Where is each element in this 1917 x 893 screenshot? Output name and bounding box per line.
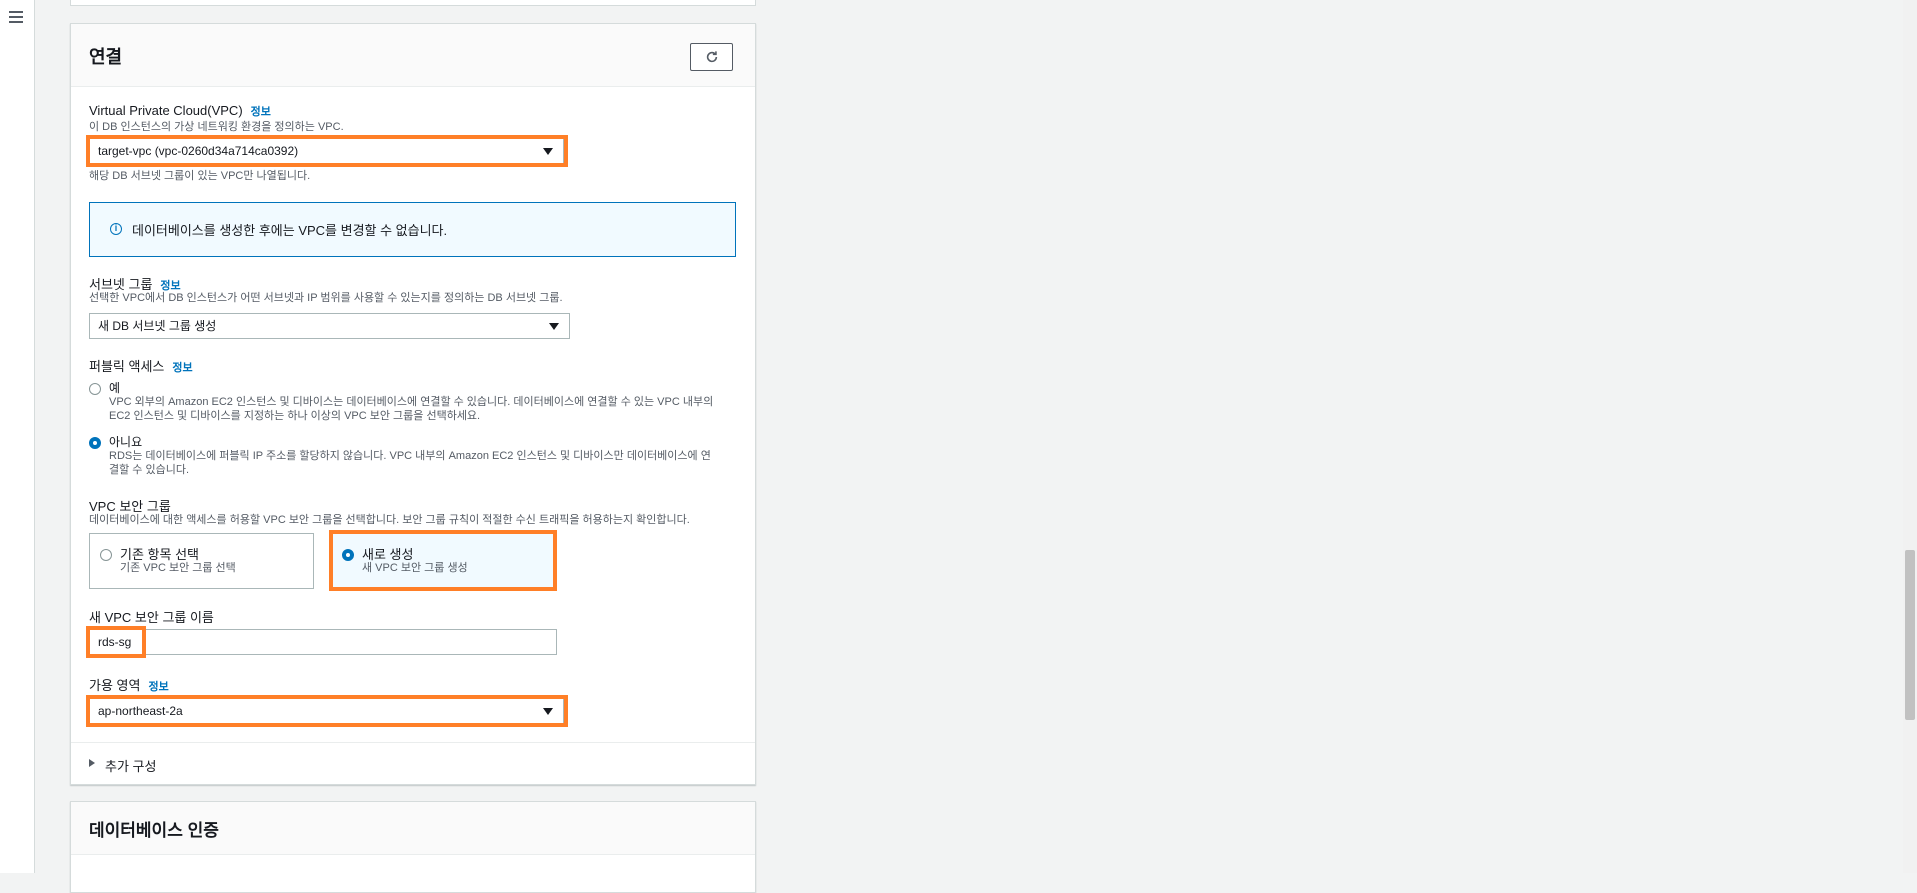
public-access-yes-label[interactable]: 예 <box>109 379 120 396</box>
vpc-hint: 해당 DB 서브넷 그룹이 있는 VPC만 나열됩니다. <box>89 170 311 182</box>
public-access-no-desc-line2: 결할 수 있습니다. <box>109 464 190 476</box>
database-auth-header: 데이터베이스 인증 <box>71 802 755 855</box>
subnet-group-select[interactable]: 새 DB 서브넷 그룹 생성 <box>89 313 570 339</box>
public-access-no-desc: RDS는 데이터베이스에 퍼블릭 IP 주소를 할당하지 않습니다. VPC 내… <box>109 449 711 477</box>
subnet-group-label-text: 서브넷 그룹 <box>89 277 153 292</box>
caret-right-icon <box>89 759 95 767</box>
vpc-change-alert: i 데이터베이스를 생성한 후에는 VPC를 변경할 수 없습니다. <box>89 202 736 257</box>
availability-zone-info-link[interactable]: 정보 <box>148 681 168 693</box>
public-access-yes-radio[interactable] <box>89 383 101 395</box>
security-group-existing-radio[interactable] <box>100 549 112 561</box>
public-access-info-link[interactable]: 정보 <box>172 362 192 374</box>
vpc-label: Virtual Private Cloud(VPC) 정보 <box>89 103 271 119</box>
info-icon: i <box>110 223 122 235</box>
additional-config-label: 추가 구성 <box>105 759 157 774</box>
new-sg-name-label: 새 VPC 보안 그룹 이름 <box>89 610 214 625</box>
security-group-existing-desc: 기존 VPC 보안 그룹 선택 <box>120 562 236 574</box>
previous-section-card <box>70 0 756 6</box>
refresh-icon <box>706 51 717 63</box>
vpc-info-link[interactable]: 정보 <box>251 106 271 118</box>
vpc-highlight <box>86 135 568 167</box>
new-sg-name-input[interactable]: rds-sg <box>89 629 557 655</box>
public-access-no-desc-line1: RDS는 데이터베이스에 퍼블릭 IP 주소를 할당하지 않습니다. VPC 내… <box>109 450 711 462</box>
vpc-label-text: Virtual Private Cloud(VPC) <box>89 103 243 118</box>
public-access-label: 퍼블릭 액세스 정보 <box>89 356 193 375</box>
public-access-no-label[interactable]: 아니요 <box>109 433 142 450</box>
database-auth-card: 데이터베이스 인증 <box>70 801 756 893</box>
connectivity-card: 연결 Virtual Private Cloud(VPC) 정보 이 DB 인스턴… <box>70 23 756 785</box>
chevron-down-icon <box>549 323 559 330</box>
hamburger-icon[interactable] <box>9 11 23 26</box>
new-sg-name-highlight <box>86 626 146 658</box>
public-access-no-radio[interactable] <box>89 437 101 449</box>
public-access-yes-desc-line1: VPC 외부의 Amazon EC2 인스턴스 및 디바이스는 데이터베이스에 … <box>109 396 714 408</box>
connectivity-title: 연결 <box>89 47 123 67</box>
subnet-group-description: 선택한 VPC에서 DB 인스턴스가 어떤 서브넷과 IP 범위를 사용할 수 … <box>89 292 563 304</box>
refresh-button[interactable] <box>690 43 733 71</box>
availability-zone-label: 가용 영역 정보 <box>89 675 169 694</box>
public-access-yes-desc-line2: EC2 인스턴스 및 디바이스를 지정하는 하나 이상의 VPC 보안 그룹을 … <box>109 410 481 422</box>
scrollbar-thumb[interactable] <box>1905 550 1915 720</box>
subnet-group-select-value: 새 DB 서브넷 그룹 생성 <box>98 319 217 333</box>
public-access-yes-desc: VPC 외부의 Amazon EC2 인스턴스 및 디바이스는 데이터베이스에 … <box>109 395 713 423</box>
additional-config-expander[interactable]: 추가 구성 <box>71 742 755 784</box>
security-group-existing-tile[interactable]: 기존 항목 선택 기존 VPC 보안 그룹 선택 <box>89 533 314 589</box>
security-group-new-highlight <box>329 530 557 591</box>
database-auth-title: 데이터베이스 인증 <box>89 821 219 840</box>
side-navigation-rail <box>0 0 35 873</box>
connectivity-header: 연결 <box>71 24 755 87</box>
availability-zone-highlight <box>86 695 568 727</box>
public-access-label-text: 퍼블릭 액세스 <box>89 359 165 374</box>
availability-zone-label-text: 가용 영역 <box>89 678 141 693</box>
security-group-description: 데이터베이스에 대한 액세스를 허용할 VPC 보안 그룹을 선택합니다. 보안… <box>89 514 690 526</box>
page-scrollbar[interactable] <box>1903 0 1917 873</box>
vpc-description: 이 DB 인스턴스의 가상 네트워킹 환경을 정의하는 VPC. <box>89 121 344 133</box>
alert-text: 데이터베이스를 생성한 후에는 VPC를 변경할 수 없습니다. <box>132 223 448 238</box>
